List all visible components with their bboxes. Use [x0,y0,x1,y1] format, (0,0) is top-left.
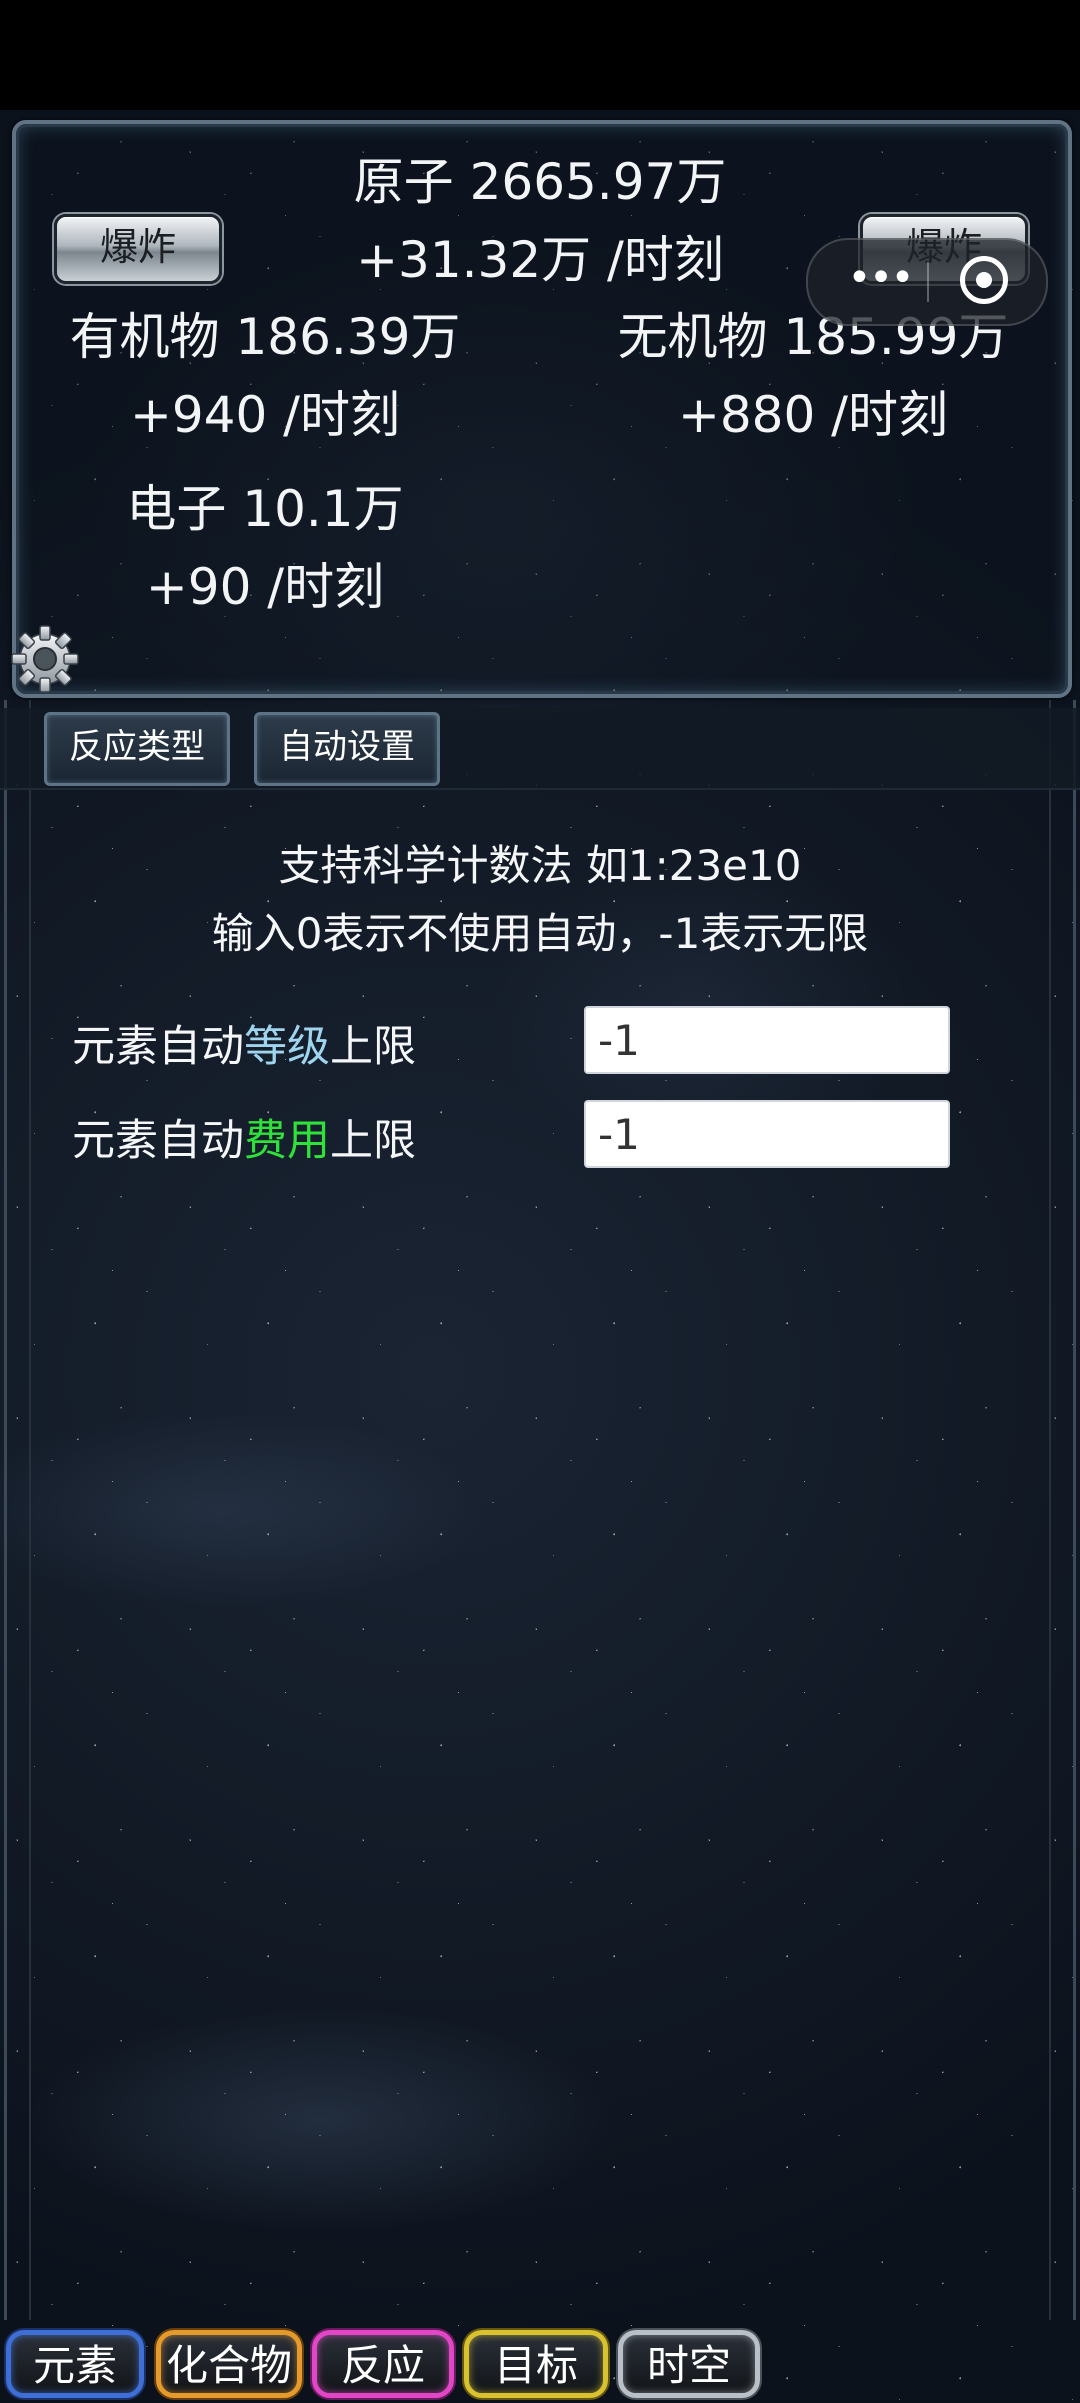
tab-reaction-type[interactable]: 反应类型 [44,712,230,786]
capsule-divider [927,262,929,302]
level-label-prefix: 元素自动 [72,1022,244,1072]
cost-label-prefix: 元素自动 [72,1116,244,1166]
status-bar [0,0,1080,110]
tab-auto-settings[interactable]: 自动设置 [254,712,440,786]
more-menu-button[interactable]: ••• [838,258,922,298]
inorganic-rate: +880 /时刻 [677,386,949,444]
cost-label-highlight: 费用 [244,1116,330,1166]
cost-label-suffix: 上限 [330,1116,416,1166]
atom-rate: +31.32万 /时刻 [356,231,724,289]
atom-stat: 原子 2665.97万 +31.32万 /时刻 [330,143,750,299]
electron-rate: +90 /时刻 [145,558,385,616]
info-line-2: 输入0表示不使用自动，-1表示无限 [211,909,869,958]
gear-icon[interactable] [8,622,82,696]
explode-left-button[interactable]: 爆炸 [54,214,222,284]
level-label-highlight: 等级 [244,1022,330,1072]
cost-limit-label: 元素自动费用上限 [72,1106,416,1168]
electron-stat: 电子 10.1万 +90 /时刻 [90,470,440,626]
info-line-1: 支持科学计数法 如1:23e10 [278,841,802,890]
nav-spacetime-button[interactable]: 时空 [618,2330,760,2398]
level-limit-label: 元素自动等级上限 [72,1012,416,1074]
atom-amount: 原子 2665.97万 [353,153,727,211]
electron-amount: 电子 10.1万 [126,480,404,538]
nav-reaction-button[interactable]: 反应 [312,2330,454,2398]
organic-rate: +940 /时刻 [129,386,401,444]
nav-goals-button[interactable]: 目标 [464,2330,608,2398]
level-label-suffix: 上限 [330,1022,416,1072]
organic-stat: 有机物 186.39万 +940 /时刻 [60,298,470,454]
level-limit-input[interactable] [584,1006,950,1074]
target-circle-icon[interactable] [960,256,1008,304]
nav-elements-button[interactable]: 元素 [6,2330,144,2398]
organic-amount: 有机物 186.39万 [69,308,461,366]
nav-compounds-button[interactable]: 化合物 [156,2330,302,2398]
miniprogram-capsule: ••• [806,238,1048,326]
cost-limit-input[interactable] [584,1100,950,1168]
